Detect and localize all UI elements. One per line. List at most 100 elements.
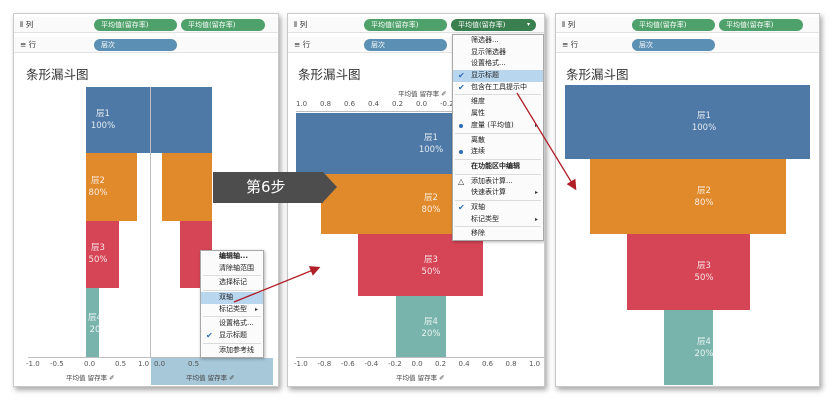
menu-item-show-header[interactable]: ✔ 显示标题 xyxy=(453,70,543,82)
column-pill-avg-retention-1[interactable]: 平均值(留存率) xyxy=(94,19,177,31)
bottom-tick-label: -0.6 xyxy=(341,360,355,368)
rows-shelf-label: ≡ 行 xyxy=(294,40,311,49)
bar-level-1-right[interactable] xyxy=(150,87,212,153)
submenu-arrow-icon: ▸ xyxy=(534,121,538,129)
submenu-arrow-icon: ▸ xyxy=(534,189,538,197)
menu-separator xyxy=(455,158,541,160)
menu-item-dual-axis[interactable]: ✔ 双轴 xyxy=(453,202,543,214)
row-pill-level[interactable]: 层次 xyxy=(632,39,715,51)
menu-item-show-header-label: 显示标题 xyxy=(471,71,499,80)
sheet-title: 条形漏斗图 xyxy=(566,67,629,82)
menu-item-quick-table-calc[interactable]: 快速表计算 ▸ xyxy=(453,187,543,199)
sheet-title: 条形漏斗图 xyxy=(298,67,361,82)
checkmark-icon: ✔ xyxy=(206,331,213,341)
tick-label: 0.5 xyxy=(115,360,127,368)
menu-item-dual-axis[interactable]: 双轴 xyxy=(201,292,263,304)
menu-item-include-in-tooltip[interactable]: ✔ 包含在工具提示中 xyxy=(453,82,543,94)
menu-item-discrete[interactable]: 离散 xyxy=(453,135,543,147)
bottom-tick-label: 1.0 xyxy=(529,360,541,368)
top-tick-label: 0.0 xyxy=(416,100,428,108)
menu-item-include-in-tooltip-label: 包含在工具提示中 xyxy=(471,82,527,91)
tick-label: -1.0 xyxy=(26,360,40,368)
menu-item-edit-axis[interactable]: 编辑轴... xyxy=(201,251,263,263)
column-pill-avg-retention-1[interactable]: 平均值(留存率) xyxy=(632,19,715,31)
bottom-tick-label: 0.4 xyxy=(458,360,470,368)
columns-shelf-label: ⦀ 列 xyxy=(294,20,308,29)
menu-separator xyxy=(203,342,261,344)
bottom-tick-label: 0.2 xyxy=(435,360,447,368)
radio-dot-icon xyxy=(459,123,463,128)
rows-shelf[interactable]: ≡ 行 层次 xyxy=(556,37,819,53)
tick-label: 1.0 xyxy=(138,360,150,368)
menu-item-show-filter[interactable]: 显示筛选器 xyxy=(453,47,543,59)
top-tick-label: 0.6 xyxy=(344,100,356,108)
menu-separator xyxy=(455,199,541,201)
bar-level-2-right[interactable] xyxy=(162,153,212,221)
menu-item-mark-type-label: 标记类型 xyxy=(219,304,247,313)
bar-label-level-3: 层3 50% xyxy=(421,255,441,277)
columns-shelf-label: ⦀ 列 xyxy=(562,20,576,29)
menu-separator xyxy=(203,275,261,277)
checkmark-icon: ✔ xyxy=(458,202,465,212)
bar-label-level-2: 层2 80% xyxy=(88,176,108,198)
axis-title-right[interactable]: 平均值 留存率 ✐ xyxy=(186,372,235,382)
column-pill-label: 平均值(留存率) xyxy=(458,21,506,29)
submenu-arrow-icon: ▸ xyxy=(254,305,258,313)
menu-item-show-header[interactable]: ✔ 显示标题 xyxy=(201,330,263,342)
menu-item-add-reference-line[interactable]: 添加参考线 xyxy=(201,345,263,357)
menu-item-remove[interactable]: 移除 xyxy=(453,228,543,240)
menu-item-continuous-label: 连续 xyxy=(471,147,485,156)
checkmark-icon: ✔ xyxy=(458,82,465,92)
bottom-tick-label: -0.4 xyxy=(364,360,379,368)
menu-item-measure-average[interactable]: 度量 (平均值) ▸ xyxy=(453,120,543,132)
row-pill-level[interactable]: 层次 xyxy=(94,39,177,51)
bar-label-level-3: 层3 50% xyxy=(694,261,714,283)
bar-label-level-4: 层4 20 xyxy=(88,313,102,335)
bar-label-level-3: 层3 50% xyxy=(88,243,108,265)
top-axis-title[interactable]: 平均值 留存率 ✐ xyxy=(398,88,447,98)
bar-label-level-2: 层2 80% xyxy=(694,186,714,208)
tick-label: 0.5 xyxy=(188,360,200,368)
tick-label: 0.0 xyxy=(84,360,96,368)
menu-item-measure-label: 度量 (平均值) xyxy=(471,120,514,129)
column-pill-avg-retention-2[interactable]: 平均值(留存率) ▾ xyxy=(451,19,536,31)
menu-item-format[interactable]: 设置格式... xyxy=(201,318,263,330)
menu-item-show-header-label: 显示标题 xyxy=(219,331,247,340)
column-pill-avg-retention-2[interactable]: 平均值(留存率) xyxy=(181,19,265,31)
menu-item-continuous[interactable]: 连续 xyxy=(453,146,543,158)
bottom-tick-label: 0.8 xyxy=(505,360,517,368)
bottom-tick-label: -0.2 xyxy=(388,360,402,368)
menu-item-filter[interactable]: 筛选器... xyxy=(453,35,543,47)
menu-item-add-table-calc[interactable]: △ 添加表计算... xyxy=(453,176,543,188)
menu-item-add-table-calc-label: 添加表计算... xyxy=(471,176,513,185)
menu-item-mark-type[interactable]: 标记类型 ▸ xyxy=(201,304,263,316)
radio-dot-icon xyxy=(459,150,463,155)
columns-shelf[interactable]: ⦀ 列 平均值(留存率) 平均值(留存率) xyxy=(14,17,278,33)
bar-label-level-2: 层2 80% xyxy=(421,193,441,215)
rows-shelf[interactable]: ≡ 行 层次 xyxy=(14,37,278,53)
menu-item-mark-type[interactable]: 标记类型 ▸ xyxy=(453,214,543,226)
rows-shelf-label: ≡ 行 xyxy=(562,40,579,49)
row-pill-level[interactable]: 层次 xyxy=(364,39,447,51)
columns-shelf[interactable]: ⦀ 列 平均值(留存率) 平均值(留存率) xyxy=(556,17,819,33)
bottom-tick-label: 0.0 xyxy=(411,360,423,368)
sheet-title: 条形漏斗图 xyxy=(26,67,89,82)
menu-item-clear-axis-range[interactable]: 清除轴范围 xyxy=(201,263,263,275)
menu-item-dual-axis-label: 双轴 xyxy=(219,293,233,302)
menu-item-select-marks[interactable]: 选择标记 xyxy=(201,277,263,289)
bottom-axis-title[interactable]: 平均值 留存率 ✐ xyxy=(396,372,445,382)
menu-item-edit-in-shelf[interactable]: 在功能区中编辑 xyxy=(453,161,543,173)
column-pill-avg-retention-1[interactable]: 平均值(留存率) xyxy=(364,19,447,31)
column-pill-avg-retention-2[interactable]: 平均值(留存率) xyxy=(719,19,803,31)
bar-label-level-4: 层4 20% xyxy=(694,337,714,359)
menu-item-dimension[interactable]: 维度 xyxy=(453,96,543,108)
menu-item-format[interactable]: 设置格式... xyxy=(453,58,543,70)
columns-shelf[interactable]: ⦀ 列 平均值(留存率) 平均值(留存率) ▾ xyxy=(288,17,544,33)
menu-separator xyxy=(203,290,261,292)
menu-item-attribute[interactable]: 属性 xyxy=(453,108,543,120)
axis-title-left[interactable]: 平均值 留存率 ✐ xyxy=(66,372,115,382)
bar-label-level-4: 层4 20% xyxy=(421,317,441,339)
menu-item-dual-axis-label: 双轴 xyxy=(471,202,485,211)
top-tick-label: 0.2 xyxy=(392,100,404,108)
bottom-tick-label: -1.0 xyxy=(294,360,308,368)
